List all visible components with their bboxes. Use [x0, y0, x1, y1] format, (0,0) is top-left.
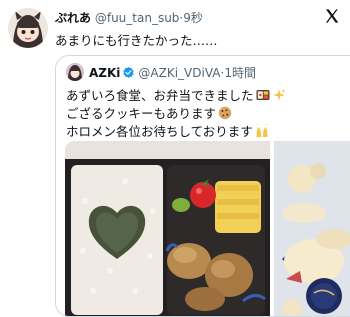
verified-badge-icon [122, 66, 135, 79]
quoted-text: あずいろ食堂、お弁当できました ござるクッキーもあります ホロメン各位お待ちして… [66, 87, 286, 141]
quoted-line-2: ござるクッキーもあります [66, 105, 286, 123]
quoted-line-1-text: あずいろ食堂、お弁当できました [66, 88, 254, 103]
quoted-timestamp[interactable]: 1時間 [224, 64, 256, 81]
sparkles-icon [272, 88, 286, 102]
quoted-author-name[interactable]: AZKi [89, 66, 120, 80]
quoted-header: AZKi @AZKi_VDiVA · 1時間 [89, 64, 256, 81]
author-handle[interactable]: @fuu_tan_sub [95, 11, 180, 25]
x-logo-icon[interactable] [324, 8, 340, 24]
quoted-line-1: あずいろ食堂、お弁当できました [66, 87, 286, 105]
quoted-line-2-text: ござるクッキーもあります [66, 106, 217, 121]
tweet-header: ぷれあ @fuu_tan_sub·9秒 [55, 9, 203, 26]
quoted-line-3-text: ホロメン各位お待ちしております [66, 124, 253, 139]
cookie-icon [218, 106, 232, 120]
quoted-avatar[interactable] [66, 63, 84, 81]
author-name[interactable]: ぷれあ [55, 11, 91, 25]
bento-box-icon [256, 88, 270, 102]
avatar[interactable] [8, 8, 48, 48]
raising-hands-icon [255, 123, 269, 138]
cookie-photo[interactable] [274, 141, 350, 316]
bento-photo[interactable] [65, 141, 270, 316]
quoted-line-3: ホロメン各位お待ちしております [66, 123, 286, 141]
timestamp[interactable]: 9秒 [183, 11, 203, 25]
quoted-handle[interactable]: @AZKi_VDiVA [138, 66, 220, 80]
tweet-text: あまりにも行きたかった…… [55, 33, 218, 48]
quoted-tweet-card[interactable]: AZKi @AZKi_VDiVA · 1時間 あずいろ食堂、お弁当できました ござる… [55, 55, 350, 317]
